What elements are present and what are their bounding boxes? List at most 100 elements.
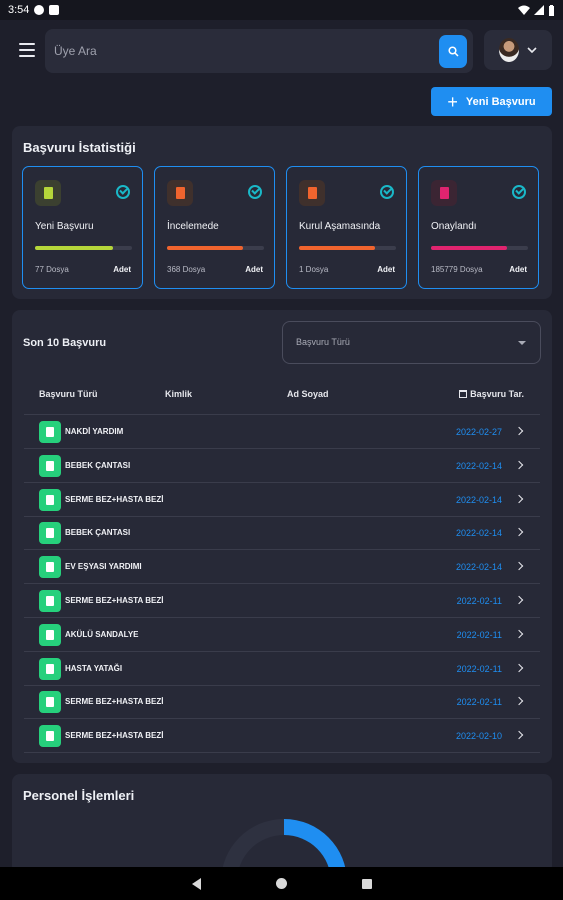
row-type: BEBEK ÇANTASI — [65, 528, 131, 538]
stat-label: İncelemede — [167, 221, 219, 232]
stat-card[interactable]: Onaylandı 185779 Dosya Adet — [418, 166, 539, 289]
row-date: 2022-02-14 — [455, 460, 502, 471]
table-row[interactable]: SERME BEZ+HASTA BEZİ 2022-02-14 — [24, 483, 540, 517]
row-date: 2022-02-11 — [456, 697, 502, 708]
row-type: BEBEK ÇANTASI — [65, 460, 131, 470]
chevron-down-icon — [527, 47, 537, 53]
stat-card[interactable]: Kurul Aşamasında 1 Dosya Adet — [286, 166, 407, 289]
battery-icon — [549, 4, 554, 16]
search-icon — [447, 46, 459, 57]
signal-icon — [534, 5, 544, 15]
row-type: EV EŞYASI YARDIMI — [65, 562, 142, 572]
top-bar — [0, 27, 563, 75]
chevron-right-icon[interactable] — [514, 697, 524, 706]
table-row[interactable]: HASTA YATAĞI 2022-02-11 — [24, 652, 540, 686]
new-application-label: Yeni Başvuru — [465, 95, 536, 108]
home-icon[interactable] — [275, 878, 287, 889]
stat-count: 185779 Dosya — [431, 265, 483, 274]
chevron-right-icon[interactable] — [514, 494, 524, 503]
table-row[interactable]: SERME BEZ+HASTA BEZİ 2022-02-11 — [24, 584, 540, 618]
row-date: 2022-02-11 — [456, 663, 502, 674]
file-icon — [39, 657, 61, 680]
file-icon — [39, 556, 61, 579]
row-date: 2022-02-11 — [456, 629, 502, 640]
check-circle-icon — [512, 185, 526, 199]
chevron-right-icon[interactable] — [514, 528, 524, 537]
personnel-card: Personel İşlemleri — [12, 774, 552, 900]
chevron-right-icon[interactable] — [514, 663, 524, 672]
table-row[interactable]: BEBEK ÇANTASI 2022-02-14 — [24, 516, 540, 551]
file-icon — [39, 590, 61, 612]
stats-title: Başvuru İstatistiği — [23, 140, 136, 155]
type-filter-placeholder: Başvuru Türü — [296, 337, 350, 347]
row-date: 2022-02-11 — [456, 596, 502, 606]
table-row[interactable]: AKÜLÜ SANDALYE 2022-02-11 — [24, 618, 540, 652]
type-filter-select[interactable]: Başvuru Türü — [282, 321, 541, 364]
file-icon — [431, 180, 457, 206]
back-icon[interactable] — [191, 877, 201, 890]
stat-count: 368 Dosya — [167, 265, 206, 274]
progress-bar — [35, 246, 132, 250]
new-application-button[interactable]: + Yeni Başvuru — [431, 87, 552, 116]
row-date: 2022-02-14 — [455, 562, 502, 573]
stat-label: Yeni Başvuru — [35, 221, 94, 232]
search-button[interactable] — [439, 35, 467, 68]
sim-icon — [49, 5, 60, 15]
chevron-right-icon[interactable] — [514, 730, 524, 740]
column-header-name: Ad Soyad — [287, 389, 329, 399]
row-date: 2022-02-14 — [455, 528, 502, 539]
file-icon — [39, 691, 61, 714]
stat-label: Kurul Aşamasında — [299, 221, 381, 232]
row-type: AKÜLÜ SANDALYE — [65, 629, 139, 639]
row-date: 2022-02-27 — [455, 427, 502, 437]
personnel-title: Personel İşlemleri — [23, 788, 135, 803]
stat-card[interactable]: Yeni Başvuru 77 Dosya Adet — [22, 166, 143, 289]
table-row[interactable]: NAKDİ YARDIM 2022-02-27 — [24, 415, 540, 449]
recent-title: Son 10 Başvuru — [23, 337, 107, 349]
status-bar: 3:54 — [0, 0, 563, 20]
table-row[interactable]: SERME BEZ+HASTA BEZİ 2022-02-11 — [24, 685, 540, 720]
column-header-type: Başvuru Türü — [39, 389, 98, 399]
stats-card: Başvuru İstatistiği Yeni Başvuru 77 Dosya… — [12, 126, 552, 299]
file-icon — [167, 180, 193, 206]
row-type: SERME BEZ+HASTA BEZİ — [65, 731, 164, 741]
chevron-right-icon[interactable] — [514, 561, 524, 571]
chevron-right-icon[interactable] — [514, 426, 524, 436]
search-input[interactable] — [45, 29, 435, 73]
stat-count: 77 Dosya — [35, 265, 69, 274]
table-row[interactable]: BEBEK ÇANTASI 2022-02-14 — [24, 449, 540, 483]
table-row[interactable]: SERME BEZ+HASTA BEZİ 2022-02-10 — [24, 719, 540, 754]
stat-unit: Adet — [377, 265, 395, 274]
check-circle-icon — [380, 185, 394, 199]
chevron-right-icon[interactable] — [514, 629, 524, 639]
progress-bar — [167, 246, 264, 250]
column-header-id: Kimlik — [165, 389, 193, 399]
progress-bar — [299, 246, 396, 250]
menu-icon[interactable] — [19, 43, 35, 57]
file-icon — [39, 522, 61, 545]
file-icon — [35, 180, 61, 206]
column-header-date: Başvuru Tar. — [459, 389, 524, 399]
file-icon — [39, 725, 61, 748]
recent-apps-icon[interactable] — [361, 878, 372, 889]
avatar — [499, 38, 519, 62]
file-icon — [39, 454, 61, 477]
file-icon — [39, 421, 61, 443]
row-type: SERME BEZ+HASTA BEZİ — [65, 697, 164, 707]
status-time: 3:54 — [8, 4, 30, 16]
stat-unit: Adet — [113, 265, 131, 274]
wifi-icon — [518, 5, 530, 15]
table-row[interactable]: EV EŞYASI YARDIMI 2022-02-14 — [24, 550, 540, 585]
column-header-date-label: Başvuru Tar. — [470, 389, 524, 399]
chevron-right-icon[interactable] — [514, 460, 524, 470]
profile-button[interactable] — [484, 30, 552, 70]
stat-unit: Adet — [245, 265, 263, 274]
check-circle-icon — [116, 185, 130, 199]
file-icon — [299, 180, 325, 206]
chevron-right-icon[interactable] — [514, 595, 524, 605]
file-icon — [39, 488, 61, 511]
row-date: 2022-02-14 — [455, 494, 502, 505]
stat-card[interactable]: İncelemede 368 Dosya Adet — [154, 166, 275, 289]
check-circle-icon — [248, 185, 262, 199]
calendar-icon — [459, 390, 468, 398]
